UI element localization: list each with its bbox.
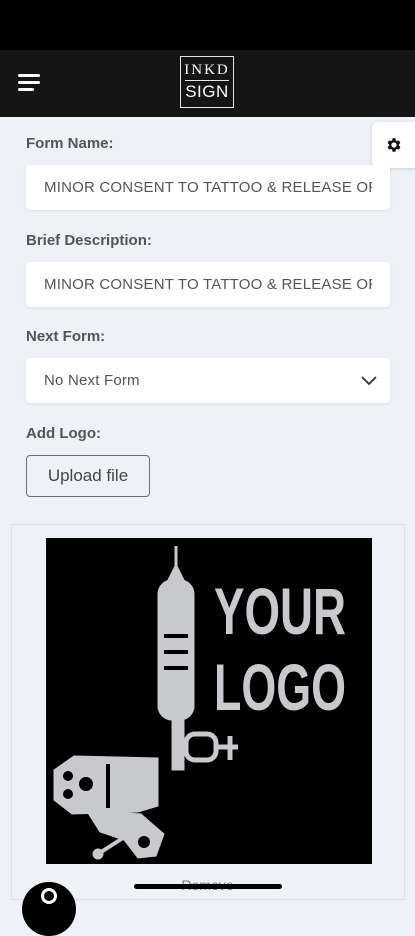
- form-name-input[interactable]: MINOR CONSENT TO TATTOO & RELEASE OF: [26, 165, 390, 210]
- gear-icon: [387, 138, 400, 152]
- description-input[interactable]: MINOR CONSENT TO TATTOO & RELEASE OF: [26, 262, 390, 307]
- description-value: MINOR CONSENT TO TATTOO & RELEASE OF: [44, 276, 372, 293]
- chevron-down-icon: [361, 376, 377, 386]
- settings-button[interactable]: [372, 122, 415, 168]
- logo-image: YOUR LOGO: [46, 538, 372, 864]
- brand-divider: [185, 80, 229, 81]
- next-form-label: Next Form:: [26, 328, 106, 345]
- home-indicator: [134, 884, 282, 889]
- logo-text-line2: LOGO: [214, 650, 346, 724]
- brand-bottom: SIGN: [185, 82, 229, 101]
- brand-top: INKD: [184, 62, 230, 78]
- next-form-value: No Next Form: [44, 372, 140, 389]
- chat-icon: [41, 888, 57, 904]
- menu-icon[interactable]: [18, 73, 42, 93]
- description-label: Brief Description:: [26, 232, 152, 249]
- add-logo-label: Add Logo:: [26, 425, 101, 442]
- tattoo-machine-icon: YOUR LOGO: [53, 546, 346, 860]
- chat-button[interactable]: [22, 882, 76, 936]
- form-name-value: MINOR CONSENT TO TATTOO & RELEASE OF: [44, 179, 372, 196]
- upload-file-button[interactable]: Upload file: [26, 455, 150, 497]
- next-form-select[interactable]: No Next Form: [26, 358, 390, 403]
- form-name-label: Form Name:: [26, 135, 114, 152]
- app-header: INKD SIGN: [0, 50, 415, 117]
- logo-preview-card: YOUR LOGO: [11, 524, 405, 900]
- logo-text-line1: YOUR: [214, 574, 346, 648]
- brand-logo[interactable]: INKD SIGN: [180, 56, 234, 108]
- status-bar: [0, 0, 415, 50]
